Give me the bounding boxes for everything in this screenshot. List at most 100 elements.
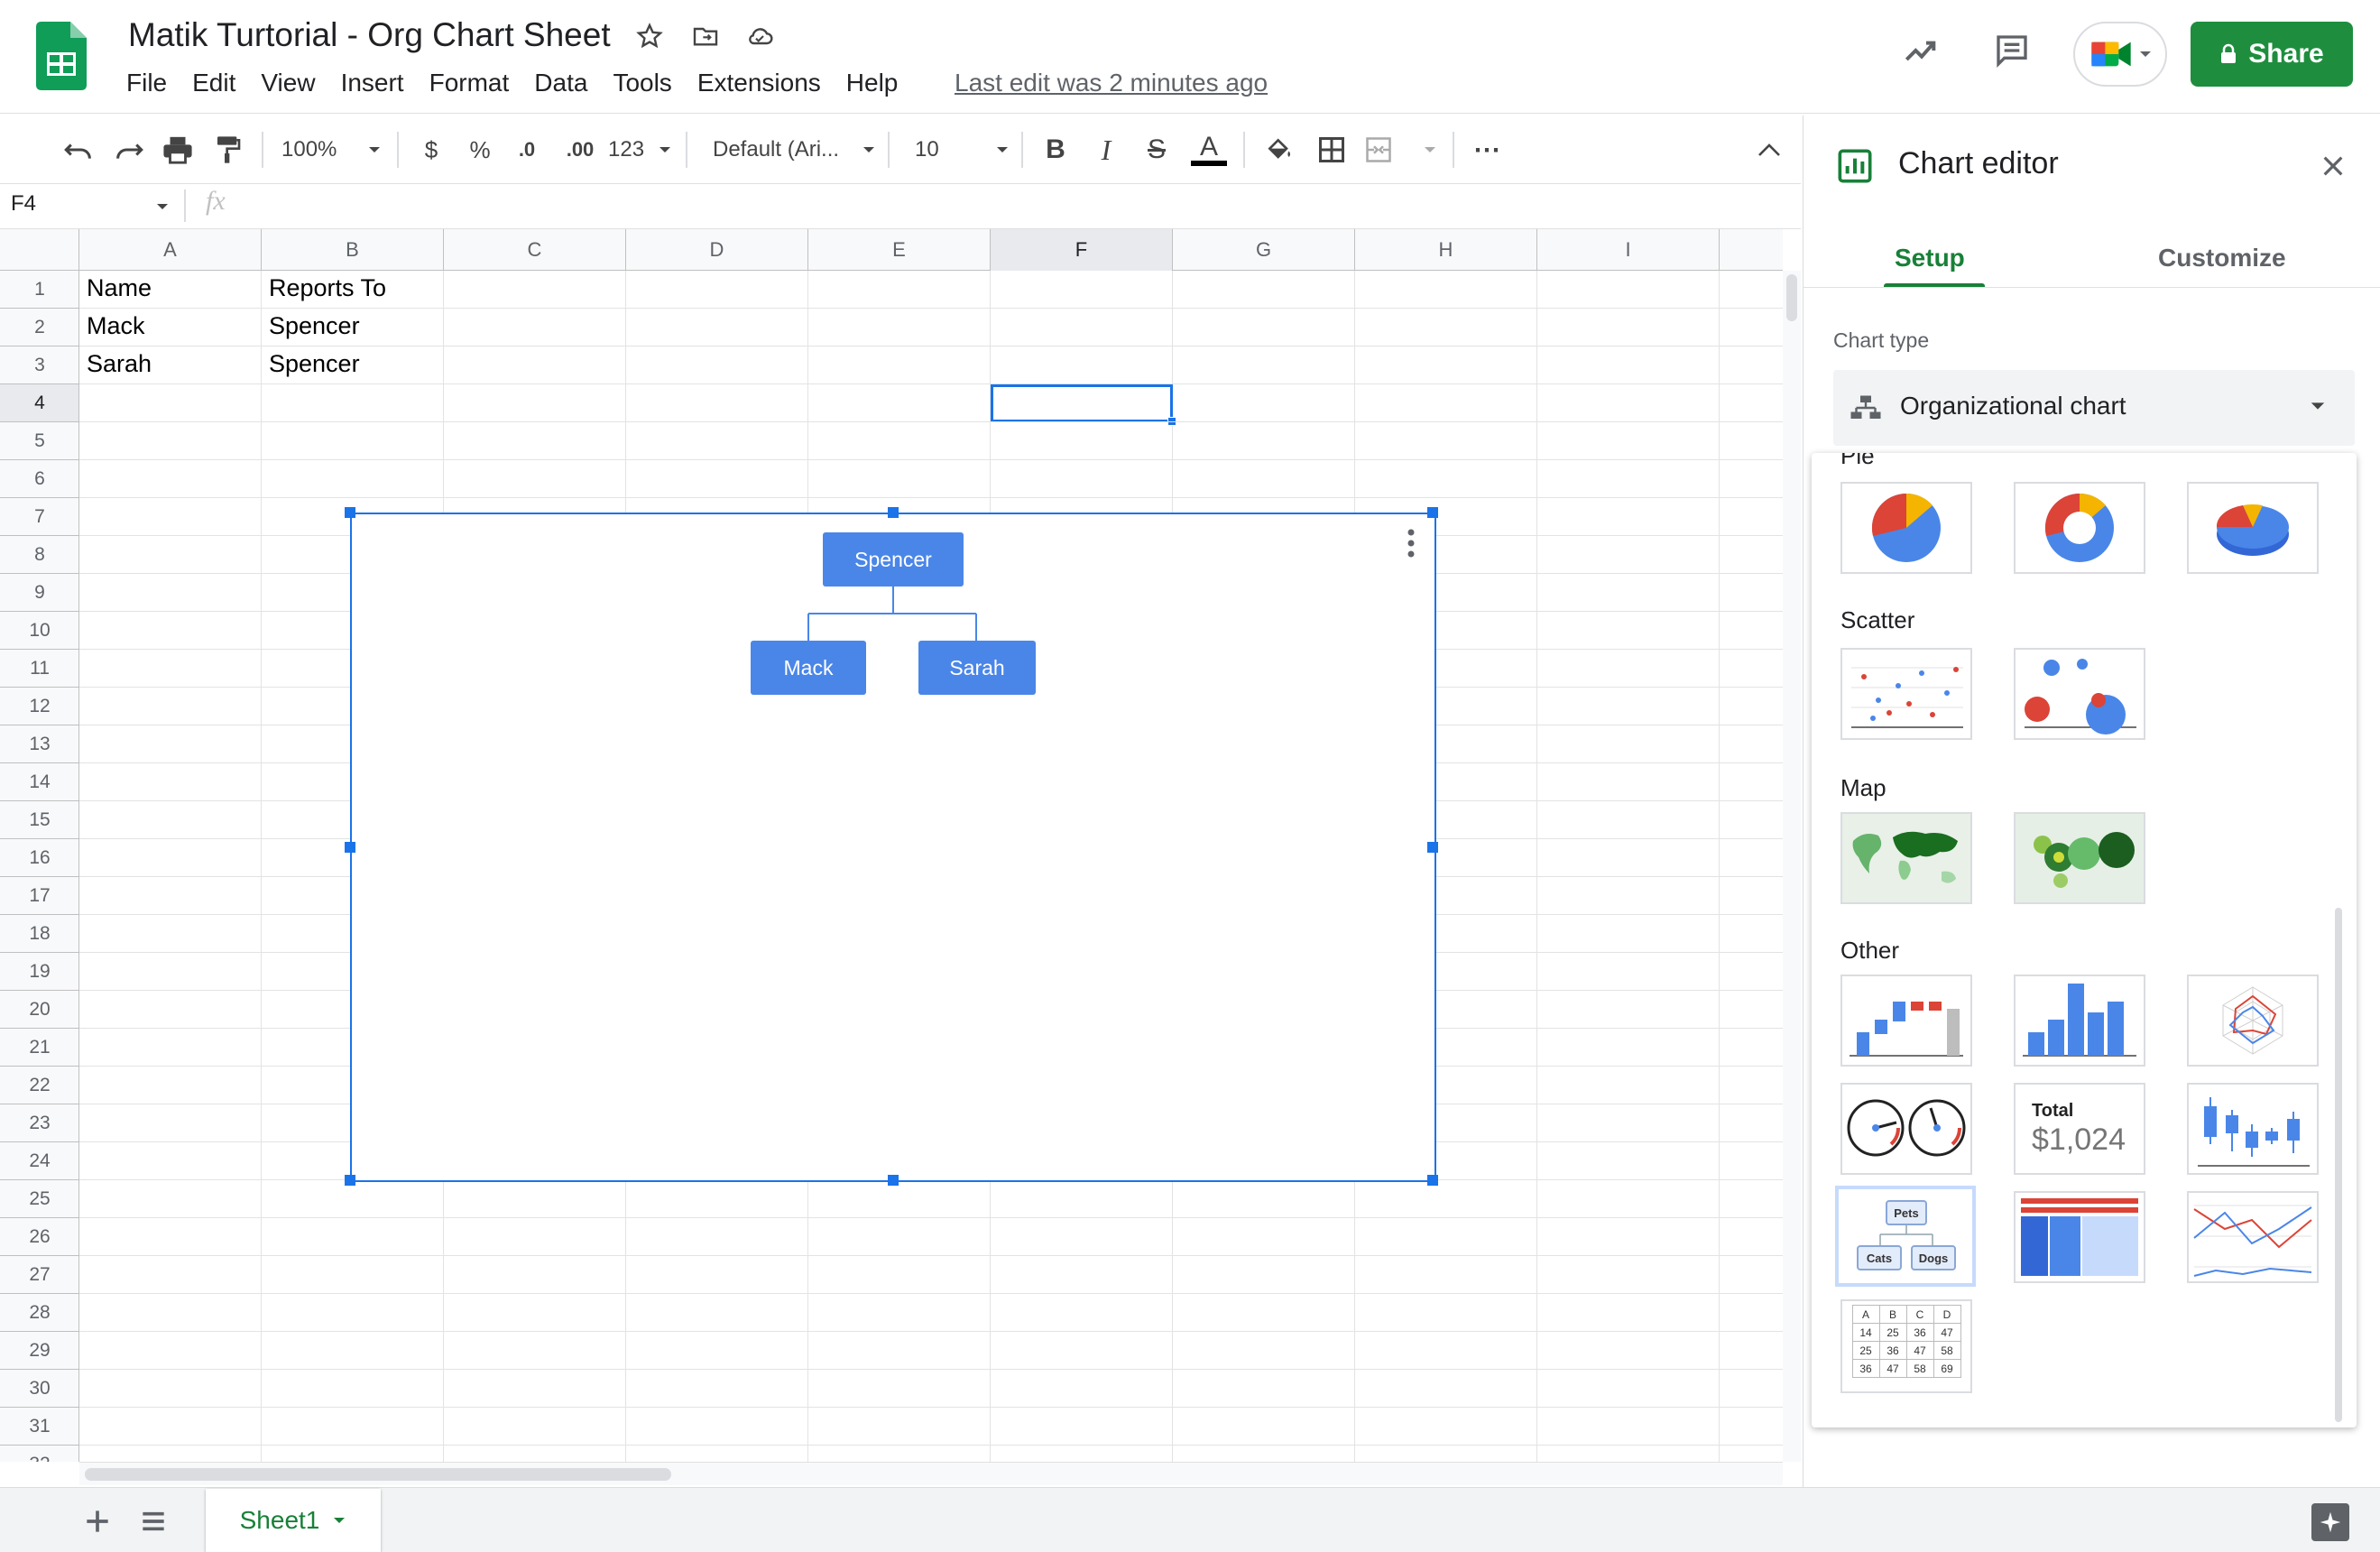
row-header[interactable]: 27 — [0, 1256, 78, 1294]
font-family-select[interactable]: Default (Ari... — [713, 125, 875, 175]
row-header[interactable]: 2 — [0, 309, 78, 346]
text-color-button[interactable]: A — [1189, 125, 1229, 175]
cell-b2[interactable]: Spencer — [269, 312, 360, 340]
row-header[interactable]: 9 — [0, 574, 78, 612]
percent-format-button[interactable]: % — [462, 125, 498, 175]
strikethrough-button[interactable]: S — [1139, 125, 1175, 175]
formula-input[interactable] — [262, 191, 1777, 222]
cell-a3[interactable]: Sarah — [87, 350, 152, 378]
resize-handle[interactable] — [888, 1175, 899, 1186]
row-header[interactable]: 8 — [0, 536, 78, 574]
row-header[interactable]: 18 — [0, 915, 78, 953]
print-icon[interactable] — [155, 125, 200, 175]
column-header[interactable]: B — [262, 229, 444, 271]
column-header[interactable]: C — [444, 229, 626, 271]
sheets-logo-icon[interactable] — [36, 22, 87, 90]
horizontal-scrollbar[interactable] — [79, 1462, 1783, 1485]
paint-format-icon[interactable] — [206, 125, 251, 175]
column-header[interactable]: D — [626, 229, 808, 271]
italic-button[interactable]: I — [1088, 125, 1124, 175]
selected-cell-f4[interactable] — [991, 384, 1173, 422]
chevron-down-icon[interactable] — [155, 202, 170, 211]
chart-thumb-geo-markers[interactable] — [2014, 812, 2145, 904]
cell-a1[interactable]: Name — [87, 274, 152, 302]
sheet-tab-sheet1[interactable]: Sheet1 — [206, 1489, 381, 1552]
chart-thumb-donut[interactable] — [2014, 482, 2145, 574]
move-to-folder-icon[interactable] — [687, 18, 724, 54]
row-header[interactable]: 14 — [0, 763, 78, 801]
org-node-root[interactable]: Spencer — [823, 532, 964, 587]
resize-handle[interactable] — [1427, 842, 1438, 853]
row-header[interactable]: 11 — [0, 650, 78, 688]
chart-thumb-histogram[interactable] — [2014, 975, 2145, 1067]
tab-customize[interactable]: Customize — [2158, 244, 2286, 273]
chart-thumb-bubble[interactable] — [2014, 648, 2145, 740]
org-node-child[interactable]: Mack — [751, 641, 866, 695]
row-header[interactable]: 21 — [0, 1029, 78, 1067]
gallery-scrollbar[interactable] — [2335, 908, 2342, 1422]
column-header-selected[interactable]: F — [991, 229, 1173, 271]
chart-thumb-gauge[interactable] — [1840, 1083, 1972, 1175]
borders-icon[interactable] — [1312, 125, 1351, 175]
org-node-child[interactable]: Sarah — [918, 641, 1036, 695]
resize-handle[interactable] — [888, 507, 899, 518]
cloud-status-icon[interactable] — [742, 18, 778, 54]
scroll-thumb[interactable] — [85, 1468, 671, 1481]
menu-extensions[interactable]: Extensions — [697, 69, 821, 97]
redo-icon[interactable] — [106, 125, 152, 175]
row-header[interactable]: 6 — [0, 460, 78, 498]
chart-thumb-radar[interactable] — [2187, 975, 2319, 1067]
chart-thumb-candlestick[interactable] — [2187, 1083, 2319, 1175]
zoom-select[interactable]: 100% — [281, 125, 381, 175]
row-header[interactable]: 31 — [0, 1408, 78, 1446]
name-box[interactable]: F4 — [11, 191, 36, 217]
row-header[interactable]: 22 — [0, 1067, 78, 1104]
resize-handle[interactable] — [345, 1175, 355, 1186]
close-icon[interactable] — [2319, 152, 2348, 180]
increase-decimal-button[interactable]: .00 — [556, 125, 604, 175]
menu-tools[interactable]: Tools — [613, 69, 671, 97]
menu-format[interactable]: Format — [429, 69, 510, 97]
column-header[interactable]: I — [1537, 229, 1720, 271]
resize-handle[interactable] — [1427, 507, 1438, 518]
chart-thumb-3d-pie[interactable] — [2187, 482, 2319, 574]
row-header[interactable]: 7 — [0, 498, 78, 536]
row-header[interactable]: 3 — [0, 346, 78, 384]
menu-edit[interactable]: Edit — [192, 69, 235, 97]
share-button[interactable]: Share — [2191, 22, 2353, 87]
undo-icon[interactable] — [56, 125, 101, 175]
chart-thumb-scorecard[interactable]: Total $1,024 — [2014, 1083, 2145, 1175]
chart-thumb-pie[interactable] — [1840, 482, 1972, 574]
column-header[interactable]: A — [79, 229, 262, 271]
cell-b3[interactable]: Spencer — [269, 350, 360, 378]
chart-thumb-geo[interactable] — [1840, 812, 1972, 904]
row-header[interactable]: 5 — [0, 422, 78, 460]
row-header[interactable]: 29 — [0, 1332, 78, 1370]
decrease-decimal-button[interactable]: .0 — [507, 125, 547, 175]
select-all-corner[interactable] — [0, 229, 79, 271]
cell-a2[interactable]: Mack — [87, 312, 145, 340]
chart-thumb-treemap[interactable] — [2014, 1191, 2145, 1283]
resize-handle[interactable] — [345, 842, 355, 853]
row-header[interactable]: 28 — [0, 1294, 78, 1332]
row-header[interactable]: 17 — [0, 877, 78, 915]
add-sheet-icon[interactable] — [79, 1503, 115, 1539]
resize-handle[interactable] — [1427, 1175, 1438, 1186]
fill-color-icon[interactable] — [1259, 125, 1299, 175]
column-header[interactable]: G — [1173, 229, 1355, 271]
tab-setup[interactable]: Setup — [1895, 244, 1965, 273]
trend-icon[interactable] — [1895, 23, 1949, 78]
vertical-scrollbar[interactable] — [1783, 271, 1801, 1462]
column-header[interactable]: E — [808, 229, 991, 271]
more-options-button[interactable]: ⋯ — [1467, 125, 1507, 175]
chart-thumb-waterfall[interactable] — [1840, 975, 1972, 1067]
number-format-select[interactable]: 123 — [608, 125, 671, 175]
row-header[interactable]: 19 — [0, 953, 78, 991]
explore-icon[interactable] — [2311, 1503, 2349, 1541]
menu-data[interactable]: Data — [534, 69, 587, 97]
row-header[interactable]: 25 — [0, 1180, 78, 1218]
row-header[interactable]: 13 — [0, 725, 78, 763]
row-header[interactable]: 26 — [0, 1218, 78, 1256]
row-header[interactable]: 30 — [0, 1370, 78, 1408]
scroll-thumb[interactable] — [1786, 274, 1797, 321]
